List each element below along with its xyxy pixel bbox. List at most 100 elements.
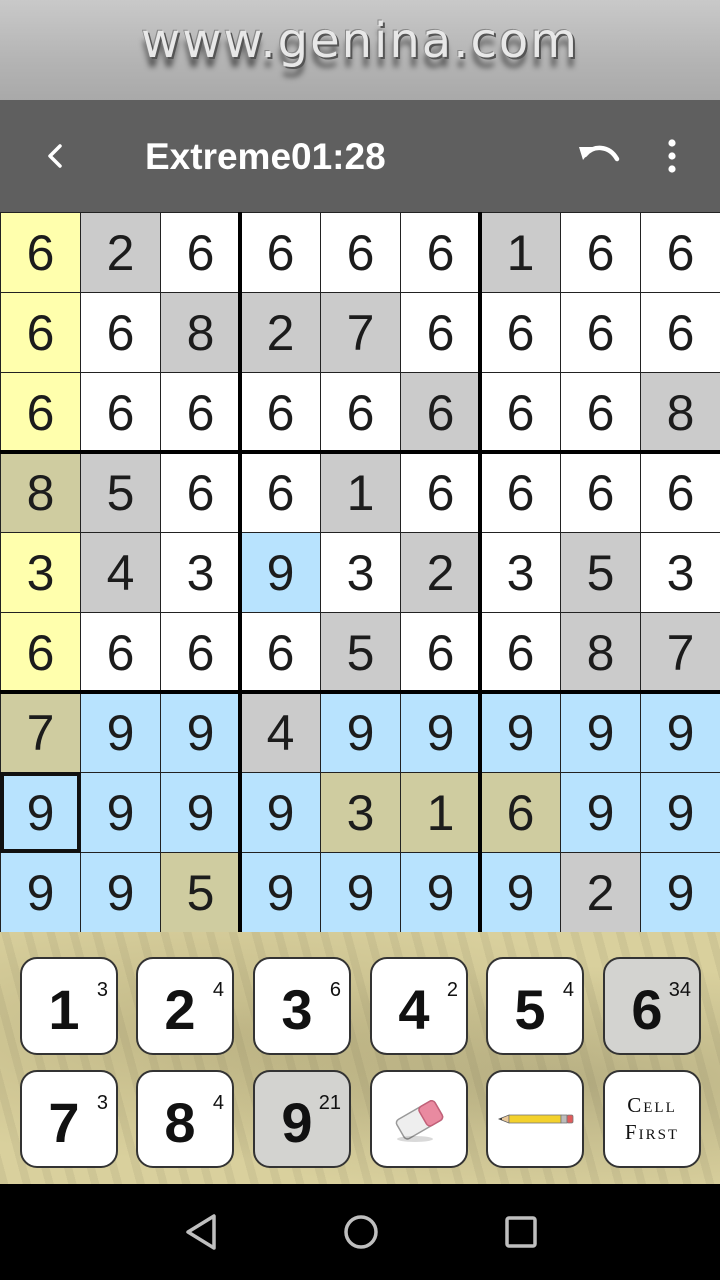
sudoku-cell-r8-c1[interactable]: 9 [1, 773, 80, 852]
sudoku-cell-r6-c2[interactable]: 6 [81, 613, 160, 692]
sudoku-cell-r9-c6[interactable]: 9 [401, 853, 480, 932]
sudoku-cell-r4-c8[interactable]: 6 [561, 453, 640, 532]
nav-recents-button[interactable] [496, 1207, 546, 1257]
sudoku-cell-r1-c2[interactable]: 2 [81, 213, 160, 292]
sudoku-cell-r1-c8[interactable]: 6 [561, 213, 640, 292]
sudoku-cell-r5-c4[interactable]: 9 [241, 533, 320, 612]
sudoku-cell-r7-c3[interactable]: 9 [161, 693, 240, 772]
sudoku-cell-r5-c6[interactable]: 2 [401, 533, 480, 612]
sudoku-cell-r8-c5[interactable]: 3 [321, 773, 400, 852]
sudoku-cell-r9-c8[interactable]: 2 [561, 853, 640, 932]
sudoku-cell-r1-c6[interactable]: 6 [401, 213, 480, 292]
sudoku-cell-r8-c6[interactable]: 1 [401, 773, 480, 852]
eraser-button[interactable] [370, 1070, 468, 1168]
sudoku-cell-r9-c1[interactable]: 9 [1, 853, 80, 932]
sudoku-cell-r7-c4[interactable]: 4 [241, 693, 320, 772]
sudoku-cell-r7-c2[interactable]: 9 [81, 693, 160, 772]
sudoku-cell-r1-c7[interactable]: 1 [481, 213, 560, 292]
pencil-button[interactable] [486, 1070, 584, 1168]
sudoku-cell-r1-c3[interactable]: 6 [161, 213, 240, 292]
sudoku-cell-r1-c4[interactable]: 6 [241, 213, 320, 292]
sudoku-cell-r4-c6[interactable]: 6 [401, 453, 480, 532]
sudoku-cell-r5-c7[interactable]: 3 [481, 533, 560, 612]
sudoku-cell-r5-c5[interactable]: 3 [321, 533, 400, 612]
sudoku-cell-r2-c4[interactable]: 2 [241, 293, 320, 372]
sudoku-cell-r6-c1[interactable]: 6 [1, 613, 80, 692]
sudoku-cell-r8-c9[interactable]: 9 [641, 773, 720, 852]
sudoku-cell-r6-c9[interactable]: 7 [641, 613, 720, 692]
sudoku-cell-r2-c5[interactable]: 7 [321, 293, 400, 372]
sudoku-cell-r1-c5[interactable]: 6 [321, 213, 400, 292]
digit-key-7[interactable]: 73 [20, 1070, 118, 1168]
digit-key-5[interactable]: 54 [486, 957, 584, 1055]
sudoku-cell-r7-c1[interactable]: 7 [1, 693, 80, 772]
sudoku-cell-r4-c5[interactable]: 1 [321, 453, 400, 532]
sudoku-cell-r1-c9[interactable]: 6 [641, 213, 720, 292]
sudoku-cell-r5-c8[interactable]: 5 [561, 533, 640, 612]
sudoku-cell-r8-c4[interactable]: 9 [241, 773, 320, 852]
sudoku-cell-r8-c2[interactable]: 9 [81, 773, 160, 852]
sudoku-cell-r2-c3[interactable]: 8 [161, 293, 240, 372]
sudoku-cell-r8-c7[interactable]: 6 [481, 773, 560, 852]
sudoku-cell-r3-c9[interactable]: 8 [641, 373, 720, 452]
digit-key-1[interactable]: 13 [20, 957, 118, 1055]
sudoku-cell-r2-c7[interactable]: 6 [481, 293, 560, 372]
sudoku-cell-r6-c3[interactable]: 6 [161, 613, 240, 692]
sudoku-cell-r6-c7[interactable]: 6 [481, 613, 560, 692]
sudoku-cell-r4-c1[interactable]: 8 [1, 453, 80, 532]
sudoku-cell-r3-c8[interactable]: 6 [561, 373, 640, 452]
digit-key-9[interactable]: 9 21 [253, 1070, 351, 1168]
sudoku-cell-r9-c2[interactable]: 9 [81, 853, 160, 932]
sudoku-cell-r6-c5[interactable]: 5 [321, 613, 400, 692]
sudoku-cell-r3-c4[interactable]: 6 [241, 373, 320, 452]
sudoku-cell-r7-c9[interactable]: 9 [641, 693, 720, 772]
sudoku-cell-r4-c9[interactable]: 6 [641, 453, 720, 532]
sudoku-cell-r2-c2[interactable]: 6 [81, 293, 160, 372]
sudoku-cell-r9-c5[interactable]: 9 [321, 853, 400, 932]
genina-banner[interactable]: www.genina.com [0, 0, 720, 100]
sudoku-cell-r5-c3[interactable]: 3 [161, 533, 240, 612]
digit-key-8[interactable]: 84 [136, 1070, 234, 1168]
sudoku-cell-r6-c8[interactable]: 8 [561, 613, 640, 692]
sudoku-cell-r4-c7[interactable]: 6 [481, 453, 560, 532]
sudoku-cell-r8-c8[interactable]: 9 [561, 773, 640, 852]
digit-key-3[interactable]: 36 [253, 957, 351, 1055]
back-button[interactable] [30, 134, 80, 178]
sudoku-cell-r3-c6[interactable]: 6 [401, 373, 480, 452]
sudoku-cell-r4-c3[interactable]: 6 [161, 453, 240, 532]
sudoku-cell-r3-c3[interactable]: 6 [161, 373, 240, 452]
sudoku-cell-r7-c7[interactable]: 9 [481, 693, 560, 772]
nav-back-button[interactable] [177, 1207, 227, 1257]
sudoku-cell-r1-c1[interactable]: 6 [1, 213, 80, 292]
sudoku-cell-r6-c6[interactable]: 6 [401, 613, 480, 692]
sudoku-cell-r4-c2[interactable]: 5 [81, 453, 160, 532]
sudoku-cell-r5-c9[interactable]: 3 [641, 533, 720, 612]
sudoku-cell-r2-c8[interactable]: 6 [561, 293, 640, 372]
sudoku-cell-r7-c5[interactable]: 9 [321, 693, 400, 772]
sudoku-cell-r3-c5[interactable]: 6 [321, 373, 400, 452]
sudoku-cell-r9-c7[interactable]: 9 [481, 853, 560, 932]
digit-key-4[interactable]: 42 [370, 957, 468, 1055]
undo-button[interactable] [574, 134, 626, 178]
sudoku-cell-r9-c3[interactable]: 5 [161, 853, 240, 932]
sudoku-cell-r2-c9[interactable]: 6 [641, 293, 720, 372]
sudoku-cell-r5-c2[interactable]: 4 [81, 533, 160, 612]
sudoku-cell-r9-c9[interactable]: 9 [641, 853, 720, 932]
digit-key-2[interactable]: 24 [136, 957, 234, 1055]
sudoku-cell-r4-c4[interactable]: 6 [241, 453, 320, 532]
sudoku-cell-r7-c8[interactable]: 9 [561, 693, 640, 772]
sudoku-cell-r8-c3[interactable]: 9 [161, 773, 240, 852]
sudoku-cell-r7-c6[interactable]: 9 [401, 693, 480, 772]
digit-key-6[interactable]: 6 34 [603, 957, 701, 1055]
sudoku-cell-r9-c4[interactable]: 9 [241, 853, 320, 932]
cell-first-button[interactable]: Cell First [603, 1070, 701, 1168]
more-options-button[interactable] [650, 134, 694, 178]
sudoku-cell-r6-c4[interactable]: 6 [241, 613, 320, 692]
sudoku-cell-r3-c1[interactable]: 6 [1, 373, 80, 452]
sudoku-cell-r5-c1[interactable]: 3 [1, 533, 80, 612]
sudoku-cell-r2-c6[interactable]: 6 [401, 293, 480, 372]
sudoku-cell-r3-c2[interactable]: 6 [81, 373, 160, 452]
sudoku-cell-r3-c7[interactable]: 6 [481, 373, 560, 452]
sudoku-cell-r2-c1[interactable]: 6 [1, 293, 80, 372]
nav-home-button[interactable] [336, 1207, 386, 1257]
